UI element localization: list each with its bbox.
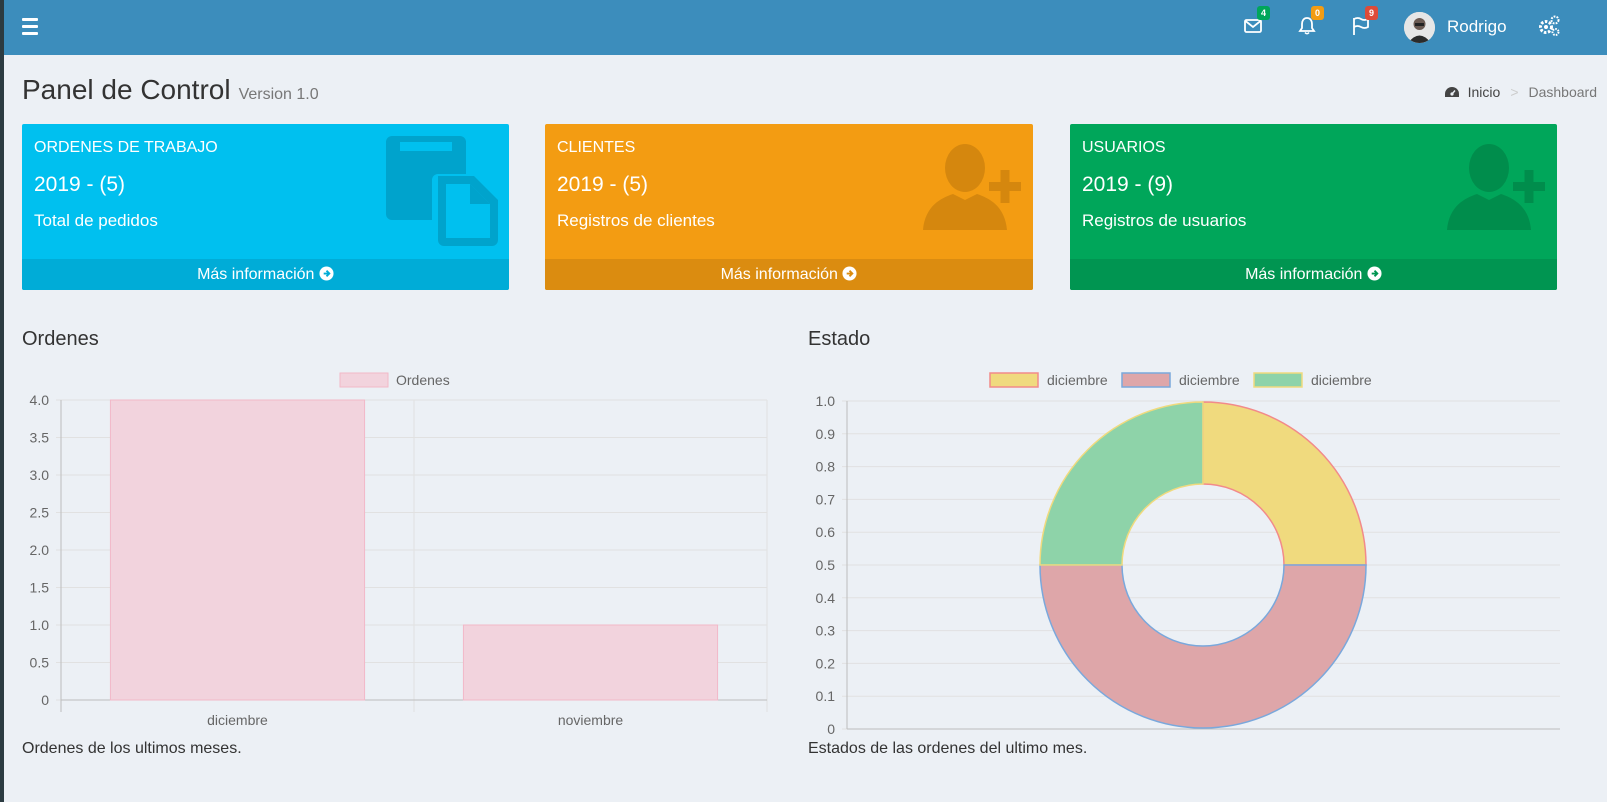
y-tick-label: 3.0 bbox=[30, 467, 50, 483]
top-navbar: 4 0 9 Rodrigo bbox=[4, 0, 1607, 55]
small-box-clientes: CLIENTES 2019 - (5) Registros de cliente… bbox=[545, 124, 1033, 290]
y-tick-label: 0.2 bbox=[816, 655, 836, 671]
box-more-info-link[interactable]: Más información bbox=[1070, 259, 1557, 290]
avatar bbox=[1404, 11, 1435, 43]
y-tick-label: 2.5 bbox=[30, 505, 50, 521]
y-tick-label: 1.0 bbox=[816, 393, 836, 409]
y-tick-label: 1.0 bbox=[30, 617, 50, 633]
breadcrumb: Inicio > Dashboard bbox=[1444, 84, 1597, 100]
small-box-usuarios: USUARIOS 2019 - (9) Registros de usuario… bbox=[1070, 124, 1557, 290]
username: Rodrigo bbox=[1447, 17, 1507, 36]
y-tick-label: 4.0 bbox=[30, 392, 50, 408]
arrow-circle-right-icon bbox=[842, 266, 857, 281]
sidebar-toggle-icon[interactable] bbox=[20, 14, 48, 40]
y-tick-label: 0.1 bbox=[816, 688, 836, 704]
sidebar-edge bbox=[0, 0, 4, 802]
arrow-circle-right-icon bbox=[319, 266, 334, 281]
y-tick-label: 0.6 bbox=[816, 524, 836, 540]
user-plus-icon bbox=[1447, 144, 1545, 230]
messages-menu[interactable]: 4 bbox=[1238, 6, 1270, 42]
breadcrumb-current: Dashboard bbox=[1528, 84, 1598, 100]
y-tick-label: 0.5 bbox=[816, 557, 836, 573]
y-tick-label: 0.4 bbox=[816, 590, 836, 606]
y-tick-label: 0.9 bbox=[816, 426, 836, 442]
arrow-circle-right-icon bbox=[1367, 266, 1382, 281]
more-info-label: Más información bbox=[197, 266, 315, 283]
user-plus-icon bbox=[923, 144, 1021, 230]
legend-label: diciembre bbox=[1047, 372, 1108, 388]
breadcrumb-separator: > bbox=[1510, 84, 1519, 100]
page-title-text: Panel de Control bbox=[22, 74, 231, 105]
legend-label: diciembre bbox=[1179, 372, 1240, 388]
legend-swatch bbox=[1121, 372, 1171, 388]
breadcrumb-home[interactable]: Inicio bbox=[1468, 84, 1501, 100]
doughnut-slice bbox=[1202, 401, 1367, 566]
orders-caption: Ordenes de los ultimos meses. bbox=[22, 740, 242, 757]
box-title: ORDENES DE TRABAJO bbox=[34, 139, 218, 156]
doughnut-slice bbox=[1039, 401, 1204, 566]
small-box-ordenes: ORDENES DE TRABAJO 2019 - (5) Total de p… bbox=[22, 124, 509, 290]
legend-swatch bbox=[339, 372, 389, 388]
orders-section-title: Ordenes bbox=[22, 328, 99, 350]
more-info-label: Más información bbox=[1245, 266, 1363, 283]
user-menu[interactable]: Rodrigo bbox=[1404, 9, 1507, 45]
box-description: Total de pedidos bbox=[34, 211, 158, 230]
status-doughnut-chart: diciembre diciembre diciembre 1.0 0.9 0.8 0.7 0… bbox=[816, 372, 1560, 737]
legend-label: Ordenes bbox=[396, 372, 450, 388]
notifications-badge: 0 bbox=[1310, 6, 1324, 20]
y-tick-label: 2.0 bbox=[30, 542, 50, 558]
tasks-badge: 9 bbox=[1364, 6, 1378, 20]
box-title: USUARIOS bbox=[1082, 139, 1166, 156]
legend-label: diciembre bbox=[1311, 372, 1372, 388]
x-tick-label: noviembre bbox=[558, 712, 624, 728]
page-subtitle: Version 1.0 bbox=[238, 86, 319, 103]
gears-icon bbox=[1539, 15, 1560, 36]
y-tick-label: 0.7 bbox=[816, 491, 836, 507]
box-value: 2019 - (5) bbox=[34, 173, 126, 196]
box-value: 2019 - (5) bbox=[557, 173, 649, 196]
y-tick-label: 0.3 bbox=[816, 623, 836, 639]
y-tick-label: 1.5 bbox=[30, 580, 50, 596]
dashboard-icon bbox=[1444, 87, 1459, 97]
box-description: Registros de clientes bbox=[557, 211, 715, 230]
y-tick-label: 0.8 bbox=[816, 459, 836, 475]
y-tick-label: 0 bbox=[41, 692, 49, 708]
legend-swatch bbox=[1253, 372, 1303, 388]
box-more-info-link[interactable]: Más información bbox=[22, 259, 509, 290]
status-section-title: Estado bbox=[808, 328, 871, 350]
box-title: CLIENTES bbox=[557, 139, 636, 156]
y-tick-label: 3.5 bbox=[30, 430, 50, 446]
box-value: 2019 - (9) bbox=[1082, 173, 1174, 196]
more-info-label: Más información bbox=[720, 266, 838, 283]
box-more-info-link[interactable]: Más información bbox=[545, 259, 1033, 290]
messages-badge: 4 bbox=[1256, 6, 1270, 20]
doughnut-slice bbox=[1039, 564, 1367, 729]
page-title: Panel de Control Version 1.0 bbox=[22, 74, 319, 106]
legend-swatch bbox=[989, 372, 1039, 388]
copy-icon bbox=[386, 136, 498, 246]
notifications-menu[interactable]: 0 bbox=[1292, 6, 1324, 42]
bar bbox=[109, 399, 366, 701]
y-tick-label: 0.5 bbox=[30, 655, 50, 671]
status-caption: Estados de las ordenes del ultimo mes. bbox=[808, 740, 1088, 757]
control-sidebar-toggle[interactable] bbox=[1537, 14, 1561, 43]
tasks-menu[interactable]: 9 bbox=[1346, 6, 1378, 42]
orders-bar-chart: Ordenes 4.0 3.5 3.0 2.5 2.0 1.5 1.0 0.5 0 diciembr… bbox=[30, 372, 768, 728]
box-description: Registros de usuarios bbox=[1082, 211, 1247, 230]
bar bbox=[462, 624, 719, 701]
x-tick-label: diciembre bbox=[207, 712, 268, 728]
y-tick-label: 0 bbox=[827, 721, 835, 737]
